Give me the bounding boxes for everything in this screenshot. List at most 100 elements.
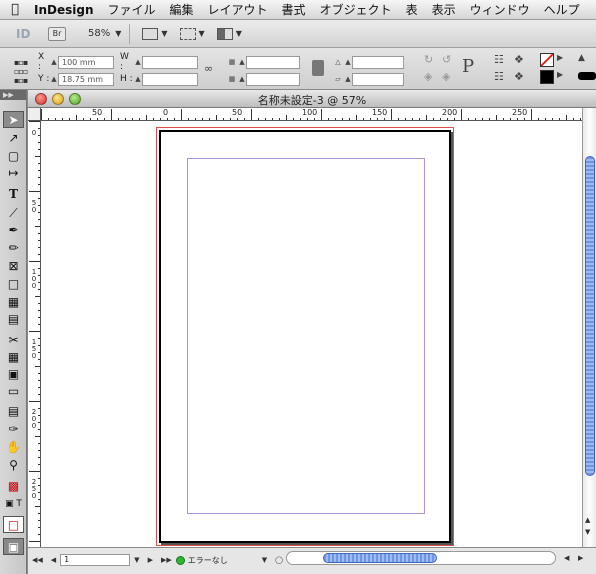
- menu-table[interactable]: 表: [406, 1, 418, 18]
- stroke-dropdown-icon[interactable]: ▶: [557, 70, 563, 79]
- view-options-dropdown-icon[interactable]: ▼: [161, 29, 167, 38]
- formatting-affects-icon[interactable]: ▣ T: [3, 496, 24, 513]
- horizontal-grid-tool-icon[interactable]: ▦: [3, 294, 24, 311]
- rectangle-tool-icon[interactable]: □: [3, 276, 24, 293]
- x-stepper-icon[interactable]: ▲: [50, 58, 58, 66]
- flip-vertical-icon[interactable]: ◈: [442, 70, 450, 83]
- zoom-tool-icon[interactable]: ⚲: [3, 457, 24, 474]
- screen-mode-icon[interactable]: [179, 27, 196, 40]
- select-container-icon[interactable]: ☷: [494, 53, 504, 66]
- flip-horizontal-icon[interactable]: ◈: [424, 70, 432, 83]
- scale-x-stepper-icon[interactable]: ▲: [238, 58, 246, 66]
- h-input[interactable]: [142, 72, 198, 86]
- menu-layout[interactable]: レイアウト: [208, 1, 268, 18]
- page-tool-icon[interactable]: ▢: [3, 148, 24, 165]
- next-page-icon[interactable]: ▶: [148, 556, 153, 564]
- width-field: W : ▲: [120, 52, 198, 72]
- vertical-scroll-thumb[interactable]: [585, 156, 595, 476]
- app-menu[interactable]: InDesign: [34, 3, 94, 17]
- menu-view[interactable]: 表示: [432, 1, 456, 18]
- scale-y-stepper-icon[interactable]: ▲: [238, 75, 246, 83]
- page-menu-icon[interactable]: ▼: [134, 556, 139, 564]
- select-content-icon[interactable]: ☷: [494, 70, 504, 83]
- scissors-tool-icon[interactable]: ✂: [3, 332, 24, 349]
- hand-tool-icon[interactable]: ✋: [3, 439, 24, 456]
- screen-mode-dropdown-icon[interactable]: ▼: [199, 29, 205, 38]
- menu-type[interactable]: 書式: [282, 1, 306, 18]
- previous-page-icon[interactable]: ◀: [51, 556, 56, 564]
- note-tool-icon[interactable]: ▤: [3, 403, 24, 420]
- horizontal-ruler[interactable]: 50 0 50 100 150 200 250: [41, 108, 582, 121]
- menu-window[interactable]: ウィンドウ: [470, 1, 530, 18]
- gradient-swatch-tool-icon[interactable]: ▣: [3, 366, 24, 383]
- select-next-icon[interactable]: ❖: [514, 70, 524, 83]
- rectangle-frame-tool-icon[interactable]: ⊠: [3, 258, 24, 275]
- stroke-weight-stepper-icon[interactable]: ▲: [578, 53, 585, 63]
- document-title-bar[interactable]: 名称未設定-3 @ 57%: [28, 90, 596, 108]
- vertical-ruler[interactable]: 0 5 0 1 0 0 1 5 0 2 0 0 2 5 0: [28, 121, 41, 547]
- shear-input[interactable]: [352, 72, 404, 86]
- menu-help[interactable]: ヘルプ: [544, 1, 580, 18]
- gap-tool-icon[interactable]: ↦: [3, 165, 24, 182]
- zoom-dropdown-icon[interactable]: ▼: [115, 29, 121, 38]
- last-page-icon[interactable]: ▶▶: [161, 556, 172, 564]
- arrange-documents-icon[interactable]: [216, 27, 233, 40]
- horizontal-scroll-thumb[interactable]: [323, 553, 437, 563]
- w-stepper-icon[interactable]: ▲: [134, 58, 142, 66]
- page-number-field[interactable]: 1: [60, 554, 131, 566]
- type-tool-icon[interactable]: T: [3, 186, 24, 203]
- menu-file[interactable]: ファイル: [108, 1, 156, 18]
- scroll-left-icon[interactable]: ◀: [564, 554, 569, 562]
- first-page-icon[interactable]: ◀◀: [32, 556, 43, 564]
- rotation-stepper-icon[interactable]: ▲: [344, 58, 352, 66]
- pencil-tool-icon[interactable]: ✏: [3, 240, 24, 257]
- y-stepper-icon[interactable]: ▲: [50, 75, 58, 83]
- scale-x-input[interactable]: [246, 55, 300, 69]
- x-input[interactable]: 100 mm: [58, 55, 114, 69]
- scale-y-input[interactable]: [246, 72, 300, 86]
- reference-point-icon[interactable]: ▪▫▪ ▫▫▫ ▪▫▪: [14, 58, 32, 85]
- screen-mode-tool-icon[interactable]: ▣: [3, 538, 24, 555]
- w-input[interactable]: [142, 55, 198, 69]
- rotation-input[interactable]: [352, 55, 404, 69]
- view-options-icon[interactable]: [142, 27, 159, 40]
- open-preflight-panel-icon[interactable]: ◯: [275, 556, 283, 564]
- stroke-type-icon[interactable]: [578, 72, 596, 80]
- fill-swatch[interactable]: [540, 53, 554, 67]
- selection-tool-icon[interactable]: ➤: [3, 111, 24, 128]
- pasteboard[interactable]: [42, 122, 582, 546]
- line-tool-icon[interactable]: ⟋: [3, 205, 24, 222]
- constrain-scale-icon[interactable]: [312, 60, 324, 76]
- menu-object[interactable]: オブジェクト: [320, 1, 392, 18]
- pen-tool-icon[interactable]: ✒: [3, 222, 24, 239]
- vertical-scrollbar[interactable]: ▲ ▼: [582, 108, 596, 547]
- gradient-feather-tool-icon[interactable]: ▭: [3, 383, 24, 400]
- constrain-proportions-icon[interactable]: ∞: [204, 62, 213, 75]
- menu-edit[interactable]: 編集: [170, 1, 194, 18]
- fill-stroke-icon[interactable]: ▩: [3, 478, 24, 495]
- vertical-grid-tool-icon[interactable]: ▤: [3, 311, 24, 328]
- h-stepper-icon[interactable]: ▲: [134, 75, 142, 83]
- tools-panel-grip[interactable]: ▶▶: [0, 90, 26, 100]
- bridge-button[interactable]: Br: [48, 26, 66, 41]
- scroll-right-icon[interactable]: ▶: [578, 554, 583, 562]
- preflight-menu-icon[interactable]: ▼: [262, 556, 267, 564]
- apple-icon[interactable]: : [0, 2, 30, 17]
- apply-none-icon[interactable]: □: [3, 516, 24, 533]
- direct-selection-tool-icon[interactable]: ↗: [3, 130, 24, 147]
- zoom-level[interactable]: 58%: [88, 28, 110, 39]
- select-previous-icon[interactable]: ❖: [514, 53, 524, 66]
- fill-dropdown-icon[interactable]: ▶: [557, 53, 563, 62]
- ruler-origin[interactable]: [28, 108, 41, 121]
- rotate-cw-icon[interactable]: ↻: [424, 53, 433, 66]
- rotate-ccw-icon[interactable]: ↺: [442, 53, 451, 66]
- y-input[interactable]: 18.75 mm: [58, 72, 114, 86]
- horizontal-scrollbar[interactable]: [286, 551, 556, 565]
- eyedropper-tool-icon[interactable]: ✑: [3, 421, 24, 438]
- free-transform-tool-icon[interactable]: ▦: [3, 349, 24, 366]
- scroll-down-icon[interactable]: ▼: [585, 528, 590, 536]
- scroll-up-icon[interactable]: ▲: [585, 516, 590, 524]
- shear-stepper-icon[interactable]: ▲: [344, 75, 352, 83]
- arrange-documents-dropdown-icon[interactable]: ▼: [236, 29, 242, 38]
- stroke-swatch[interactable]: [540, 70, 554, 84]
